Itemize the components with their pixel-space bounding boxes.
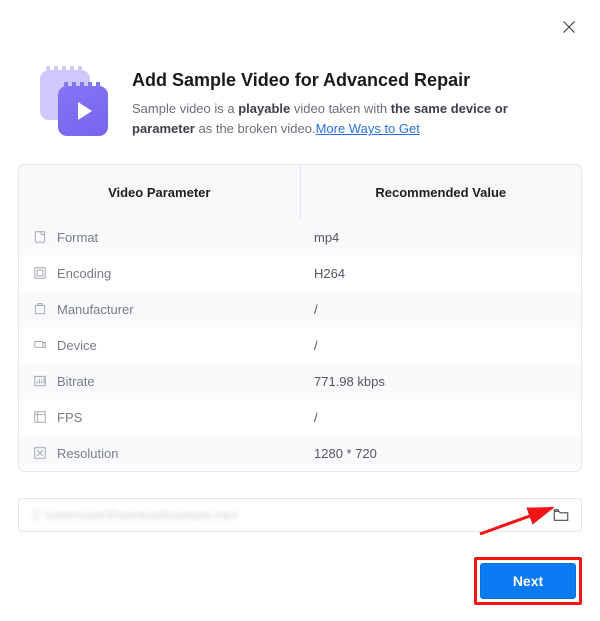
manufacturer-icon (33, 302, 47, 316)
browse-folder-button[interactable] (551, 506, 571, 524)
table-row: Device / (19, 327, 581, 363)
format-icon (33, 230, 47, 244)
table-row: FPS / (19, 399, 581, 435)
dialog-title: Add Sample Video for Advanced Repair (132, 70, 572, 91)
table-row: Encoding H264 (19, 255, 581, 291)
table-row: Format mp4 (19, 219, 581, 255)
bitrate-icon (33, 374, 47, 388)
close-icon (560, 23, 578, 40)
parameter-table: Video Parameter Recommended Value Format… (18, 164, 582, 472)
sample-path-field[interactable]: C:\Users\user\Downloads\sample.mp4 (18, 498, 582, 532)
folder-icon (551, 511, 571, 528)
video-app-icon (40, 70, 110, 140)
table-row: Bitrate 771.98 kbps (19, 363, 581, 399)
device-icon (33, 338, 47, 352)
sample-path-value: C:\Users\user\Downloads\sample.mp4 (33, 508, 238, 522)
table-row: Manufacturer / (19, 291, 581, 327)
column-header-value: Recommended Value (301, 165, 582, 219)
dialog-subtitle: Sample video is a playable video taken w… (132, 99, 572, 139)
resolution-icon (33, 446, 47, 460)
column-header-parameter: Video Parameter (19, 165, 301, 219)
encoding-icon (33, 266, 47, 280)
close-button[interactable] (560, 18, 578, 36)
annotation-highlight-box: Next (474, 557, 582, 605)
table-row: Resolution 1280 * 720 (19, 435, 581, 471)
fps-icon (33, 410, 47, 424)
next-button[interactable]: Next (480, 563, 576, 599)
more-ways-link[interactable]: More Ways to Get (316, 121, 420, 136)
